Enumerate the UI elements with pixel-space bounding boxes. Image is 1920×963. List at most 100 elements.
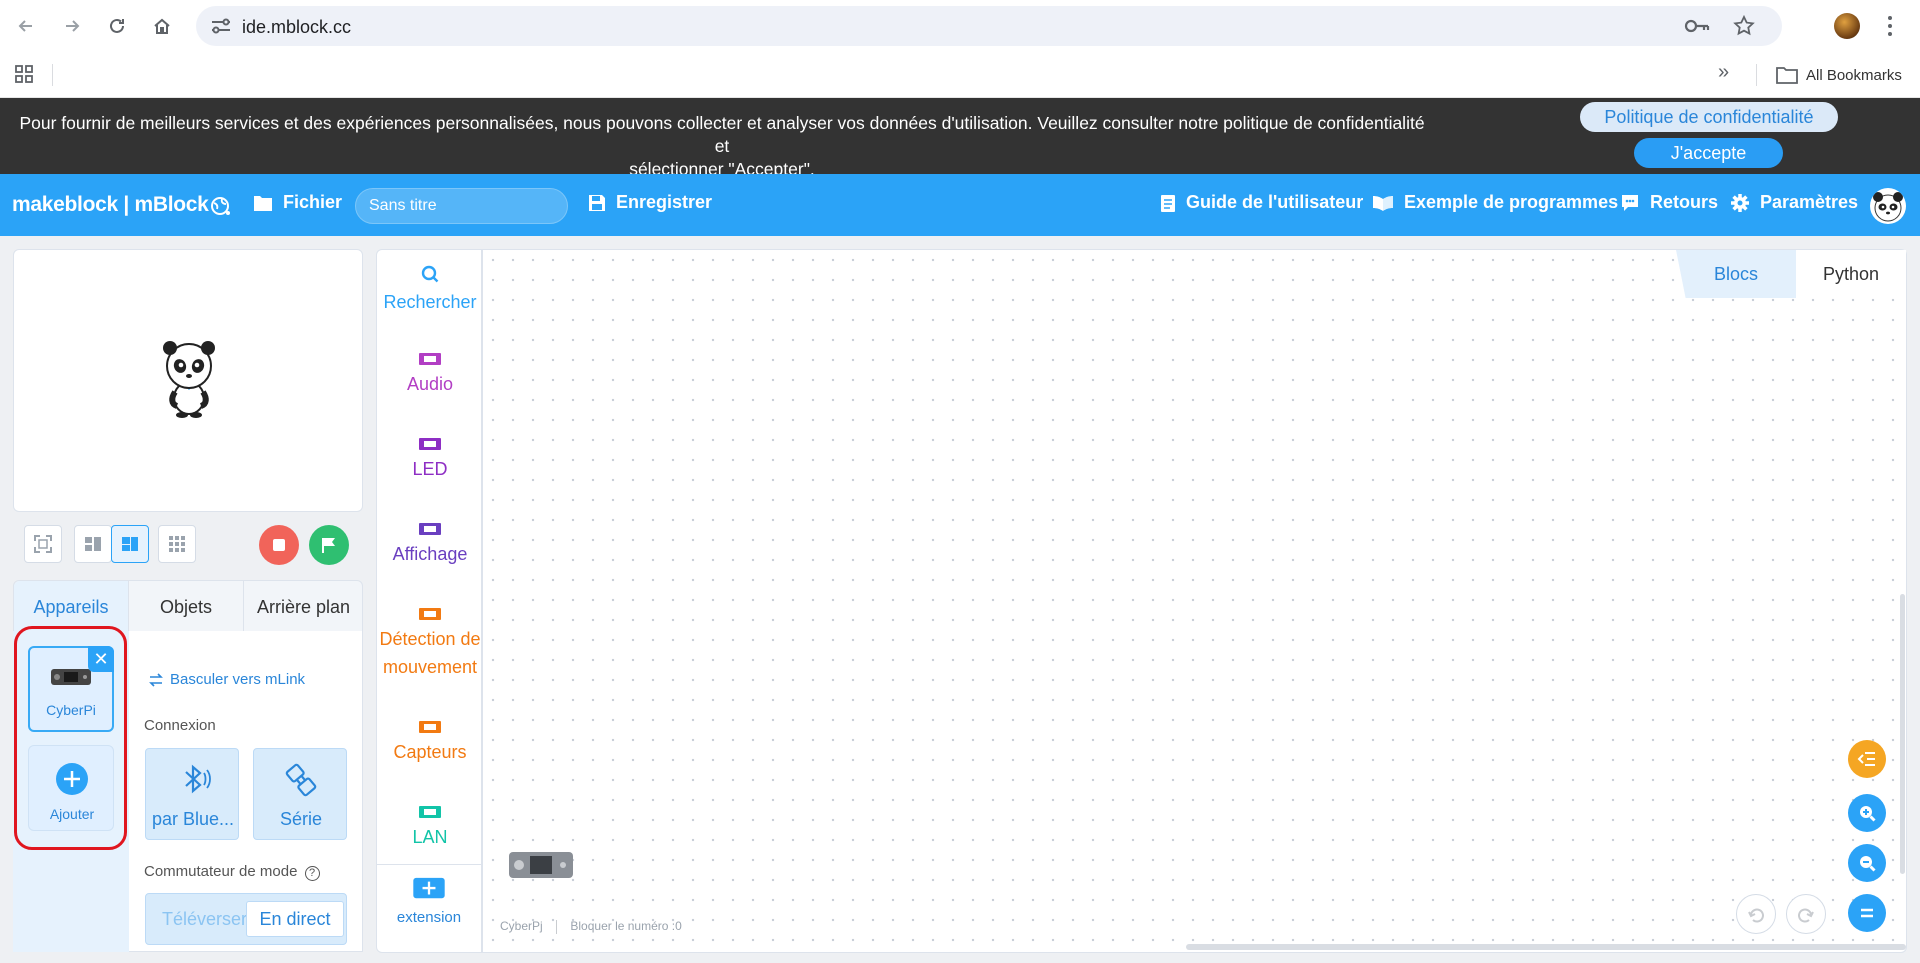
small-stage-icon [85, 537, 101, 551]
category-label: Affichage [392, 544, 468, 564]
category-display[interactable]: Affichage [377, 521, 483, 568]
editor-mode-tabs: Blocs Python [1676, 250, 1906, 298]
add-extension-button[interactable]: extension [376, 877, 482, 932]
small-stage-button[interactable] [74, 525, 112, 563]
serial-label: Série [279, 809, 323, 829]
horizontal-scrollbar[interactable] [1186, 944, 1906, 950]
undo-button[interactable] [1736, 894, 1776, 934]
project-title-input[interactable]: Sans titre [355, 188, 568, 224]
guide-document-icon [1161, 194, 1175, 212]
category-search[interactable]: Rechercher [377, 263, 483, 316]
open-book-icon [1373, 195, 1393, 211]
language-globe-icon[interactable] [210, 195, 232, 217]
url-text[interactable]: ide.mblock.cc [242, 17, 351, 38]
save-button[interactable]: Enregistrer [588, 192, 712, 213]
feedback-label: Retours [1650, 192, 1719, 212]
canvas-status: CyberPj Bloquer le numéro :0 [500, 919, 682, 934]
status-device: CyberPj [500, 919, 543, 933]
green-flag-button[interactable] [309, 525, 349, 565]
green-flag-icon [322, 538, 335, 553]
forward-icon[interactable] [60, 14, 84, 38]
normal-stage-icon [122, 537, 138, 551]
app-topbar: makeblock | mBlock Fichier Sans titre En… [0, 174, 1920, 236]
category-lan[interactable]: LAN [377, 804, 483, 851]
profile-avatar[interactable] [1834, 13, 1860, 39]
site-settings-icon[interactable] [210, 16, 232, 36]
back-icon[interactable] [14, 14, 38, 38]
fullscreen-icon [34, 535, 52, 553]
feedback-chat-icon [1622, 194, 1638, 211]
collapse-blocks-button[interactable] [1848, 740, 1886, 778]
zoom-out-button[interactable] [1848, 844, 1886, 882]
settings-menu[interactable]: Paramètres [1730, 192, 1858, 213]
extension-chip-icon [419, 721, 441, 733]
serial-connect-button[interactable]: Série [253, 748, 347, 840]
brand-logo: makeblock | mBlock [12, 193, 209, 216]
redo-button[interactable] [1786, 894, 1826, 934]
stage-area[interactable] [13, 249, 363, 512]
examples-link[interactable]: Exemple de programmes [1372, 192, 1618, 213]
tab-blocks[interactable]: Blocs [1676, 250, 1796, 298]
tab-sprites[interactable]: Objets [128, 581, 243, 633]
category-label: extension [396, 909, 462, 926]
panda-avatar-icon [1873, 192, 1903, 222]
more-menu-icon[interactable] [1886, 14, 1894, 38]
search-icon [421, 265, 439, 283]
reset-zoom-button[interactable] [1848, 894, 1886, 932]
feedback-link[interactable]: Retours [1620, 192, 1718, 213]
browser-toolbar: ide.mblock.cc [0, 0, 1920, 52]
help-icon[interactable]: ? [304, 866, 320, 881]
sprite-tabs: Appareils Objets Arrière plan [13, 580, 363, 633]
file-menu-label: Fichier [283, 192, 343, 212]
annotation-highlight [14, 626, 127, 850]
category-motion-sensing[interactable]: Détection de mouvement [377, 606, 483, 681]
more-bookmarks-icon[interactable]: » [1718, 61, 1729, 84]
save-icon [589, 194, 605, 211]
switch-mlink-label: Basculer vers mLink [170, 671, 306, 688]
redo-icon [1798, 908, 1814, 923]
save-label: Enregistrer [616, 192, 713, 212]
fullscreen-button[interactable] [24, 525, 62, 563]
file-menu[interactable]: Fichier [253, 192, 342, 213]
connection-label: Connexion [144, 717, 216, 734]
accept-cookies-button[interactable]: J'accepte [1634, 138, 1783, 168]
extension-chip-icon [419, 806, 441, 818]
cyberpi-canvas-icon [509, 852, 573, 878]
settings-label: Paramètres [1760, 192, 1859, 212]
category-label: Rechercher [383, 292, 477, 312]
upload-mode-button[interactable]: Téléverser [162, 909, 247, 930]
user-avatar[interactable] [1870, 188, 1906, 224]
live-mode-button[interactable]: En direct [246, 901, 344, 937]
switch-mlink-link[interactable]: Basculer vers mLink [148, 671, 305, 688]
examples-label: Exemple de programmes [1404, 192, 1619, 212]
panda-sprite[interactable] [159, 338, 219, 418]
normal-stage-button[interactable] [111, 525, 149, 563]
home-icon[interactable] [150, 14, 174, 38]
tab-backdrop[interactable]: Arrière plan [243, 581, 363, 633]
all-bookmarks-link[interactable]: All Bookmarks [1806, 67, 1902, 84]
zoom-in-button[interactable] [1848, 794, 1886, 832]
user-guide-link[interactable]: Guide de l'utilisateur [1160, 192, 1363, 213]
user-guide-label: Guide de l'utilisateur [1186, 192, 1364, 212]
tab-python[interactable]: Python [1796, 250, 1906, 298]
usb-cable-icon [285, 763, 317, 797]
bookmark-star-icon[interactable] [1732, 14, 1756, 38]
cookie-message: Pour fournir de meilleurs services et de… [12, 112, 1432, 181]
reload-icon[interactable] [105, 14, 129, 38]
grid-view-button[interactable] [158, 525, 196, 563]
switch-arrows-icon [149, 672, 163, 687]
apps-grid-icon[interactable] [14, 64, 34, 84]
password-key-icon[interactable] [1684, 16, 1710, 36]
zoom-in-icon [1860, 806, 1876, 822]
script-canvas[interactable] [482, 249, 1907, 953]
category-led[interactable]: LED [377, 436, 483, 483]
privacy-policy-button[interactable]: Politique de confidentialité [1580, 102, 1838, 132]
stop-button[interactable] [259, 525, 299, 565]
category-audio[interactable]: Audio [377, 351, 483, 398]
bluetooth-connect-button[interactable]: par Blue... [145, 748, 239, 840]
vertical-scrollbar[interactable] [1900, 594, 1905, 874]
mode-switch-label: Commutateur de mode ? [144, 863, 320, 881]
add-extension-icon [413, 877, 445, 899]
address-bar[interactable]: ide.mblock.cc [196, 6, 1782, 46]
category-sensors[interactable]: Capteurs [377, 719, 483, 766]
